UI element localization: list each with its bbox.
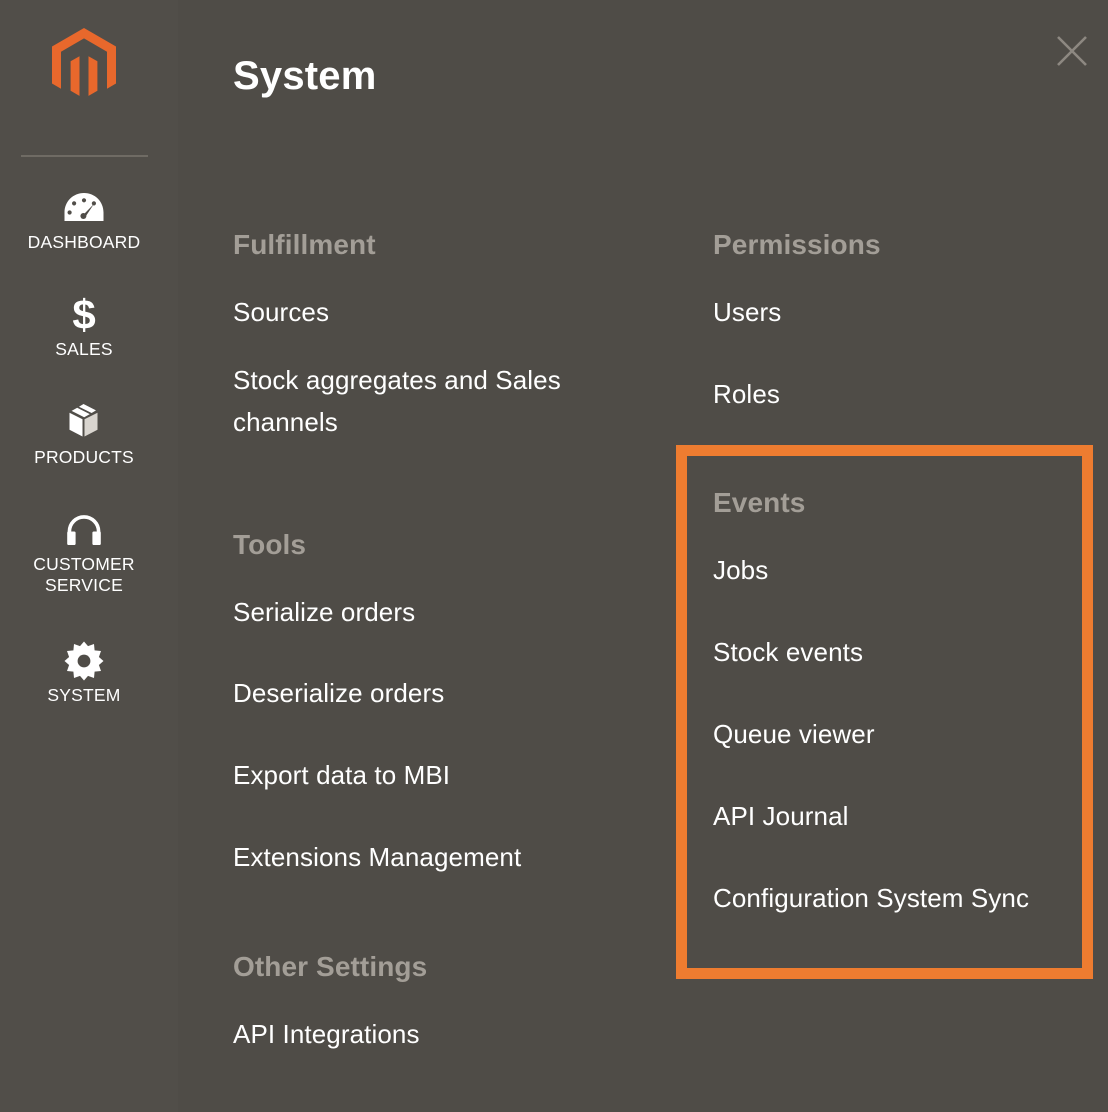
menu-item-configuration-system-sync[interactable]: Configuration System Sync bbox=[713, 877, 1093, 919]
sidebar-item-label: SALES bbox=[55, 339, 113, 360]
menu-item-queue-viewer[interactable]: Queue viewer bbox=[713, 713, 1093, 755]
sidebar-item-label: SYSTEM bbox=[47, 684, 121, 705]
menu-item-api-integrations[interactable]: API Integrations bbox=[233, 1013, 633, 1055]
sidebar-item-dashboard[interactable]: DASHBOARD bbox=[0, 178, 168, 263]
close-button[interactable] bbox=[1048, 27, 1096, 75]
sidebar-item-sales[interactable]: $ SALES bbox=[0, 285, 168, 370]
menu-item-extensions-management[interactable]: Extensions Management bbox=[233, 836, 633, 878]
menu-item-jobs[interactable]: Jobs bbox=[713, 549, 1093, 591]
sidebar-item-label: PRODUCTS bbox=[34, 446, 134, 467]
menu-item-deserialize-orders[interactable]: Deserialize orders bbox=[233, 672, 633, 714]
system-menu-overlay: DASHBOARD $ SALES PRODUCTS CUSTOMER SERV… bbox=[0, 0, 1108, 1112]
group-title: Permissions bbox=[713, 229, 881, 260]
sidebar-nav: DASHBOARD $ SALES PRODUCTS CUSTOMER SERV… bbox=[0, 178, 168, 716]
page-title: System bbox=[233, 54, 377, 98]
sidebar-divider bbox=[21, 155, 148, 157]
menu-item-export-data-to-mbi[interactable]: Export data to MBI bbox=[233, 754, 633, 796]
menu-group-tools: Tools Serialize orders Deserialize order… bbox=[233, 529, 633, 878]
menu-group-permissions: Permissions Users Roles bbox=[713, 229, 1093, 415]
menu-item-stock-aggregates-and-sales-channels[interactable]: Stock aggregates and Sales channels bbox=[233, 359, 613, 443]
gear-icon bbox=[63, 639, 105, 683]
headset-icon bbox=[64, 508, 104, 552]
close-icon bbox=[1057, 36, 1087, 66]
menu-item-users[interactable]: Users bbox=[713, 291, 1093, 333]
gauge-icon bbox=[64, 186, 104, 230]
magento-logo[interactable] bbox=[0, 28, 168, 102]
sidebar-item-label: DASHBOARD bbox=[27, 232, 141, 252]
box-icon bbox=[63, 401, 105, 445]
menu-item-sources[interactable]: Sources bbox=[233, 291, 633, 333]
sidebar-item-system[interactable]: SYSTEM bbox=[0, 631, 168, 716]
menu-item-serialize-orders[interactable]: Serialize orders bbox=[233, 591, 633, 633]
menu-group-other-settings: Other Settings API Integrations bbox=[233, 951, 633, 1055]
dollar-icon: $ bbox=[69, 293, 99, 337]
menu-group-events: Events Jobs Stock events Queue viewer AP… bbox=[713, 487, 1093, 919]
magento-logo-icon bbox=[52, 28, 116, 99]
group-title: Fulfillment bbox=[233, 229, 376, 260]
sidebar-item-customer-service[interactable]: CUSTOMER SERVICE bbox=[0, 500, 168, 607]
sidebar-item-label: CUSTOMER SERVICE bbox=[33, 554, 135, 596]
svg-text:$: $ bbox=[72, 293, 95, 337]
menu-group-fulfillment: Fulfillment Sources Stock aggregates and… bbox=[233, 229, 633, 443]
group-title: Tools bbox=[233, 529, 307, 560]
group-title: Events bbox=[713, 487, 806, 518]
menu-item-api-journal[interactable]: API Journal bbox=[713, 795, 1093, 837]
group-title: Other Settings bbox=[233, 951, 428, 982]
menu-item-stock-events[interactable]: Stock events bbox=[713, 631, 1093, 673]
menu-item-roles[interactable]: Roles bbox=[713, 373, 1093, 415]
admin-sidebar: DASHBOARD $ SALES PRODUCTS CUSTOMER SERV… bbox=[0, 0, 178, 1112]
sidebar-item-products[interactable]: PRODUCTS bbox=[0, 393, 168, 478]
